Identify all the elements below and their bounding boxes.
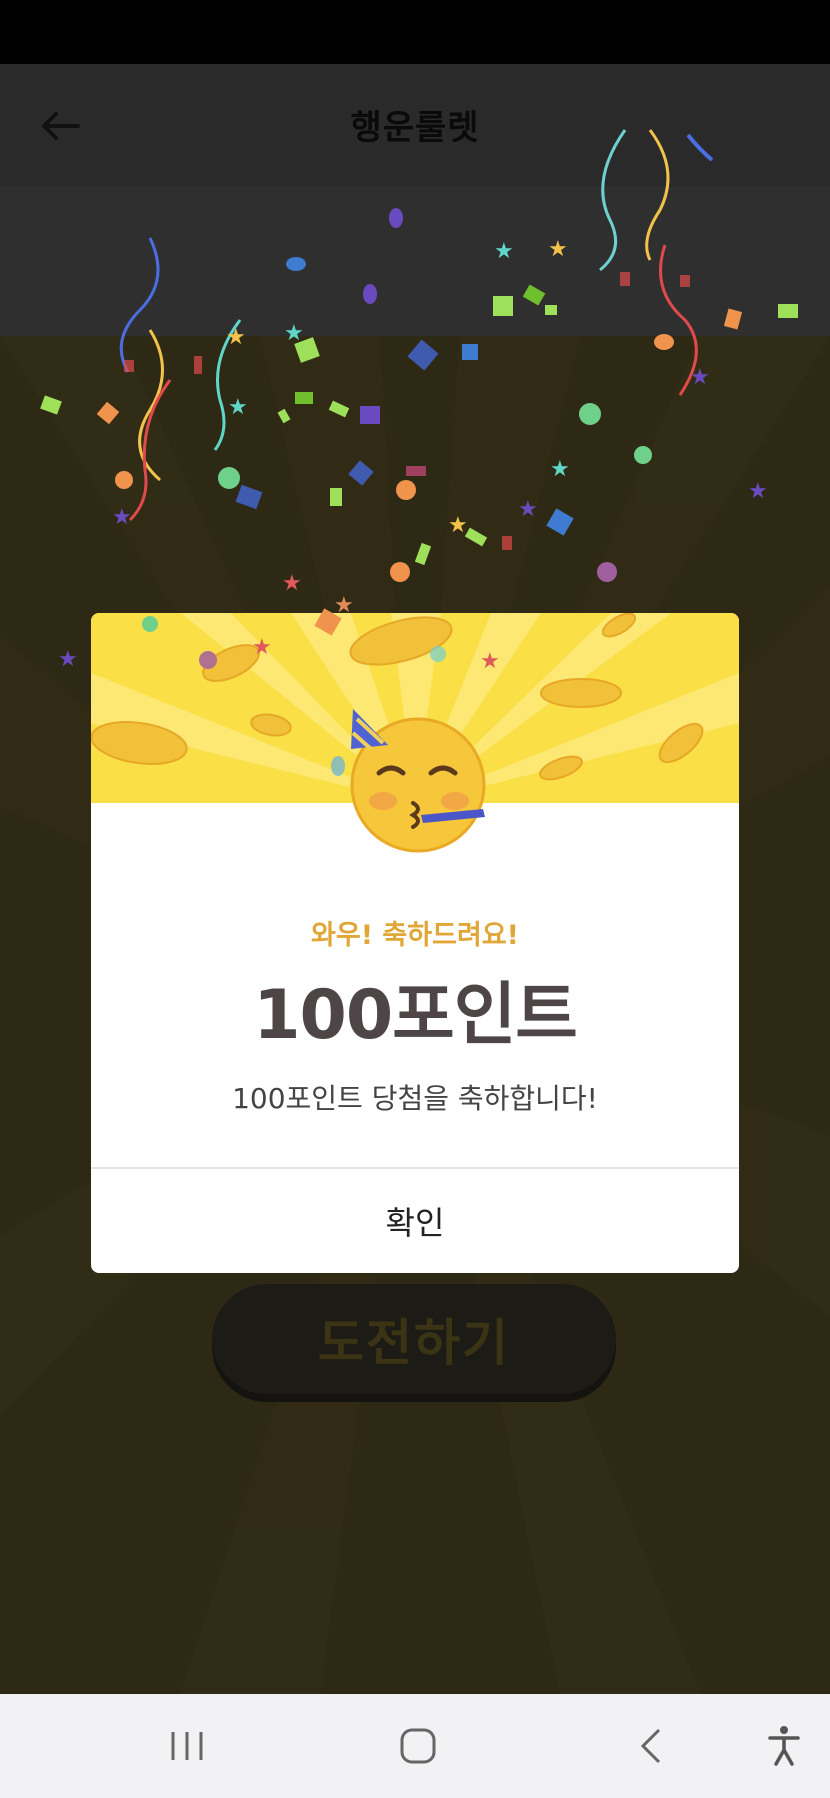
recent-apps-button[interactable]: [157, 1716, 217, 1776]
status-bar: [0, 0, 830, 64]
reward-dialog: 와우! 축하드려요! 100포인트 100포인트 당첨을 축하합니다! 확인: [91, 613, 739, 1273]
challenge-label: 도전하기: [318, 1314, 510, 1372]
page-title: 행운룰렛: [350, 108, 480, 148]
system-navigation-bar: [0, 1694, 830, 1798]
home-icon: [400, 1728, 436, 1764]
recent-apps-icon: [171, 1732, 203, 1760]
home-button[interactable]: [388, 1716, 448, 1776]
partying-face-icon: [350, 709, 486, 853]
accessibility-icon: [768, 1726, 800, 1766]
system-back-button[interactable]: [620, 1716, 680, 1776]
confirm-label: 확인: [385, 1204, 445, 1242]
app-header: 행운룰렛: [0, 64, 830, 186]
reward-message: 100포인트 당첨을 축하합니다!: [232, 1082, 598, 1115]
header-band: [0, 186, 830, 336]
back-icon: [640, 1728, 661, 1764]
confirm-button[interactable]: 확인: [91, 1169, 739, 1273]
app-screen: 행운룰렛 도전하기 와우! 축하드려요! 100포인트 100포인트 당첨을 축…: [0, 64, 830, 1694]
challenge-button[interactable]: 도전하기: [212, 1284, 616, 1394]
points-amount: 100포인트: [253, 976, 578, 1055]
accessibility-button[interactable]: [754, 1716, 814, 1776]
congrats-text: 와우! 축하드려요!: [311, 920, 519, 951]
